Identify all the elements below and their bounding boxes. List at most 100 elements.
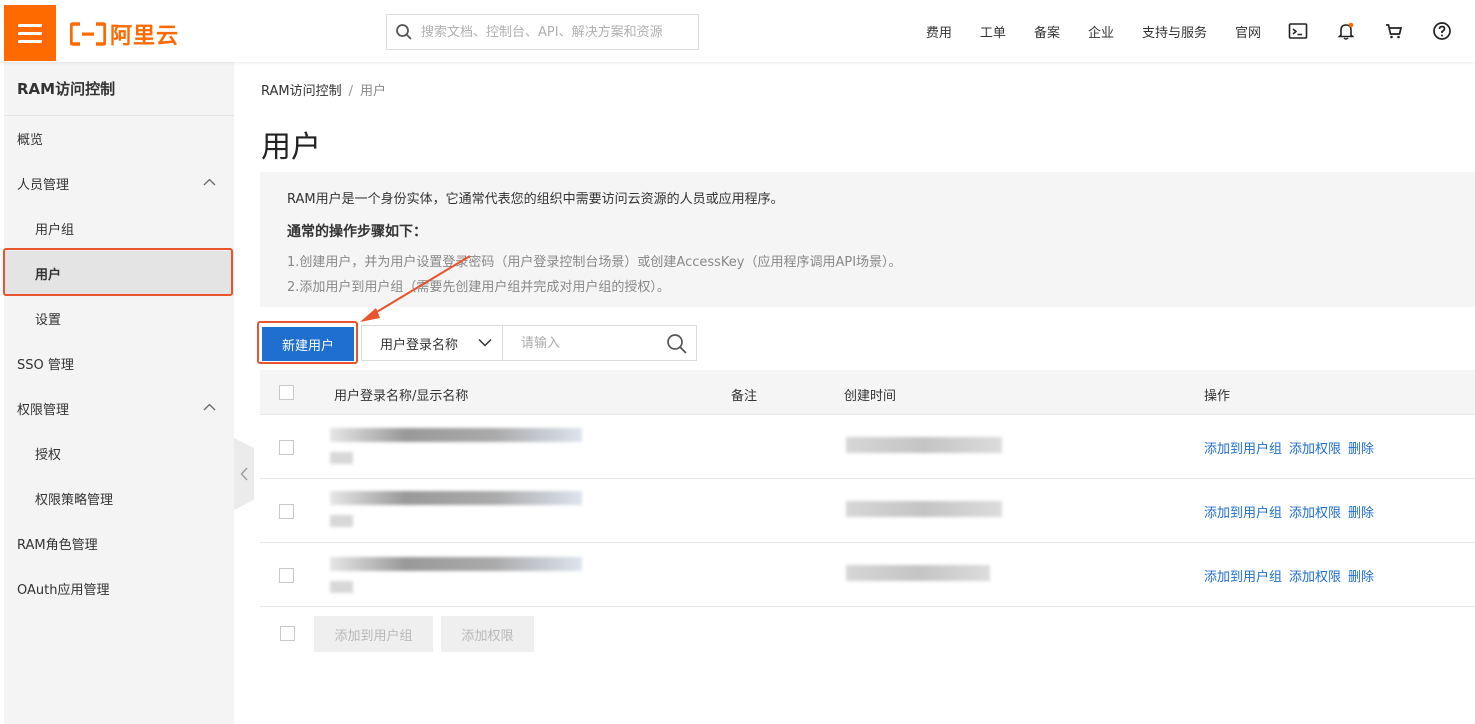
col-header-ops: 操作 [1204,389,1231,404]
nav-support[interactable]: 支持与服务 [1142,22,1207,41]
create-user-button[interactable]: 新建用户 [262,327,354,361]
sidebar-item-settings[interactable]: 设置 [4,296,234,341]
global-search[interactable] [386,14,699,50]
sidebar-item-policies[interactable]: 权限策略管理 [4,476,234,521]
add-to-group-link[interactable]: 添加到用户组 [1204,442,1282,457]
bulk-actions-bar: 添加到用户组 添加权限 [260,616,660,652]
sidebar-item-permission-management[interactable]: 权限管理 [4,386,234,431]
bell-icon[interactable] [1335,20,1357,42]
global-search-input[interactable] [421,24,691,40]
sidebar-item-label: 设置 [35,313,62,328]
sidebar-item-label: 用户组 [35,223,75,238]
sidebar-item-ram-roles[interactable]: RAM角色管理 [4,521,234,566]
table-row: 添加到用户组 添加权限 删除 [260,543,1475,607]
sidebar-item-label: RAM角色管理 [17,538,98,553]
chevron-up-icon [203,178,216,186]
sidebar-item-users[interactable]: 用户 [4,251,234,296]
sidebar-item-oauth-apps[interactable]: OAuth应用管理 [4,566,234,611]
chevron-down-icon [478,338,492,347]
redacted-user-name [330,491,582,505]
top-nav: 费用 工单 备案 企业 支持与服务 官网 [898,0,1453,62]
bulk-add-permission-button[interactable]: 添加权限 [441,616,534,652]
col-header-created: 创建时间 [844,389,897,404]
table-row: 添加到用户组 添加权限 删除 [260,479,1475,543]
row-checkbox[interactable] [279,440,294,455]
hamburger-menu-button[interactable] [4,5,56,61]
breadcrumb-separator: / [348,84,354,99]
select-all-checkbox[interactable] [279,385,294,400]
col-header-note: 备注 [731,389,758,404]
row-checkbox[interactable] [279,504,294,519]
sidebar-item-overview[interactable]: 概览 [4,116,234,161]
nav-official-site[interactable]: 官网 [1235,22,1261,41]
nav-billing[interactable]: 费用 [926,22,952,41]
user-search-input[interactable] [521,335,661,351]
sidebar-item-label: OAuth应用管理 [17,583,110,598]
sidebar-item-grants[interactable]: 授权 [4,431,234,476]
redacted-created-time [846,501,1002,517]
redacted-display-name [330,581,353,593]
table-header: 用户登录名称/显示名称 备注 创建时间 操作 [260,370,1475,415]
sidebar-item-label: 用户 [35,268,62,283]
nav-enterprise[interactable]: 企业 [1088,22,1114,41]
redacted-created-time [846,565,990,581]
add-to-group-link[interactable]: 添加到用户组 [1204,506,1282,521]
redacted-user-name [330,428,582,442]
row-actions: 添加到用户组 添加权限 删除 [1204,502,1381,521]
add-to-group-link[interactable]: 添加到用户组 [1204,570,1282,585]
users-table: 用户登录名称/显示名称 备注 创建时间 操作 添加到用户组 添加权限 删除 添加到用… [260,370,1475,607]
search-icon [396,24,412,40]
info-step-1: 1.创建用户，并为用户设置登录密码（用户登录控制台场景）或创建AccessKey… [287,255,902,270]
sidebar-item-label: SSO 管理 [17,358,74,373]
sidebar-item-label: 人员管理 [17,178,70,193]
delete-link[interactable]: 删除 [1348,506,1374,521]
chevron-left-icon [240,467,248,481]
breadcrumb-root[interactable]: RAM访问控制 [261,84,342,99]
search-field-select[interactable]: 用户登录名称 [361,325,503,361]
add-permission-link[interactable]: 添加权限 [1289,506,1341,521]
sidebar-item-label: 权限管理 [17,403,70,418]
info-steps-title: 通常的操作步骤如下： [287,224,427,240]
cart-icon[interactable] [1383,20,1405,42]
bulk-add-to-group-button[interactable]: 添加到用户组 [314,616,433,652]
info-step-2: 2.添加用户到用户组（需要先创建用户组并完成对用户组的授权）。 [287,280,670,295]
info-panel: RAM用户是一个身份实体，它通常代表您的组织中需要访问云资源的人员或应用程序。 … [260,172,1475,307]
chevron-up-icon [203,403,216,411]
page-title: 用户 [261,130,321,165]
user-search-box [502,325,697,361]
info-description: RAM用户是一个身份实体，它通常代表您的组织中需要访问云资源的人员或应用程序。 [287,192,784,207]
bulk-select-checkbox[interactable] [280,626,295,641]
search-icon[interactable] [666,333,688,355]
sidebar-item-label: 授权 [35,448,62,463]
top-bar: 阿里云 费用 工单 备案 企业 支持与服务 官网 [0,0,1475,62]
row-checkbox[interactable] [279,568,294,583]
redacted-user-name [330,557,582,571]
help-icon[interactable] [1431,20,1453,42]
sidebar-collapse-handle[interactable] [234,438,254,510]
table-row: 添加到用户组 添加权限 删除 [260,415,1475,479]
breadcrumb-current: 用户 [360,84,387,99]
col-header-name: 用户登录名称/显示名称 [334,389,469,404]
breadcrumb: RAM访问控制 / 用户 [261,80,386,99]
nav-icp[interactable]: 备案 [1034,22,1060,41]
aliyun-logo[interactable]: 阿里云 [70,18,179,50]
redacted-created-time [846,437,1002,453]
delete-link[interactable]: 删除 [1348,570,1374,585]
sidebar-item-label: 概览 [17,133,44,148]
sidebar-item-identity-management[interactable]: 人员管理 [4,161,234,206]
search-field-select-value: 用户登录名称 [380,337,459,353]
row-actions: 添加到用户组 添加权限 删除 [1204,566,1381,585]
add-permission-link[interactable]: 添加权限 [1289,570,1341,585]
sidebar: RAM访问控制 概览 人员管理 用户组 用户 设置 SSO 管理 权限管理 授权… [4,62,234,724]
sidebar-title: RAM访问控制 [4,62,234,116]
redacted-display-name [330,452,353,464]
sidebar-item-sso[interactable]: SSO 管理 [4,341,234,386]
redacted-display-name [330,515,353,527]
sidebar-item-label: 权限策略管理 [35,493,114,508]
terminal-icon[interactable] [1287,20,1309,42]
add-permission-link[interactable]: 添加权限 [1289,442,1341,457]
row-actions: 添加到用户组 添加权限 删除 [1204,438,1381,457]
sidebar-item-groups[interactable]: 用户组 [4,206,234,251]
delete-link[interactable]: 删除 [1348,442,1374,457]
nav-tickets[interactable]: 工单 [980,22,1006,41]
